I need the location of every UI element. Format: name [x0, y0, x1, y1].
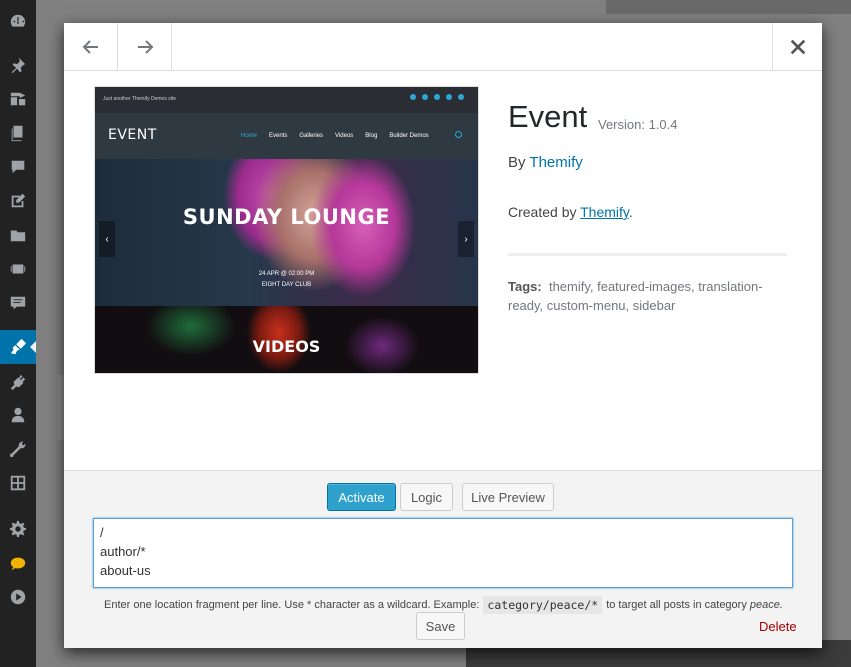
- next-theme-button[interactable]: [118, 23, 172, 71]
- theme-author: By Themify: [508, 154, 583, 171]
- theme-screenshot: Just another Themify Demos site EVENT Ho…: [94, 86, 479, 374]
- logic-textarea[interactable]: / author/* about-us: [93, 518, 793, 588]
- activate-button[interactable]: Activate: [327, 483, 396, 511]
- modal-footer: Activate Logic Live Preview / author/* a…: [64, 470, 822, 648]
- theme-created-by: Created by Themify.: [508, 204, 633, 220]
- edit-icon[interactable]: [0, 184, 36, 218]
- bubble-icon[interactable]: [0, 546, 36, 580]
- tools-icon[interactable]: [0, 432, 36, 466]
- screenshot-hero-date: 24 APR @ 02:00 PM: [258, 271, 315, 277]
- screenshot-search-icon: [455, 131, 462, 138]
- save-button[interactable]: Save: [416, 612, 465, 640]
- divider: [508, 253, 787, 256]
- screenshot-topbar: Just another Themify Demos site: [95, 87, 478, 113]
- screenshot-menu-item: Galleries: [299, 133, 324, 139]
- folder-icon[interactable]: [0, 218, 36, 252]
- screenshot-menu: Home Events Galleries Videos Blog Builde…: [241, 133, 429, 139]
- dashboard-icon[interactable]: [0, 4, 36, 38]
- live-preview-button[interactable]: Live Preview: [462, 483, 554, 511]
- theme-name: Event: [508, 99, 588, 134]
- hint-text-after: to target all posts in category: [606, 599, 747, 611]
- tags-list: themify, featured-images, translation-re…: [508, 279, 763, 313]
- previous-theme-button[interactable]: [64, 23, 118, 71]
- theme-version: Version: 1.0.4: [598, 117, 678, 132]
- screenshot-tagline: Just another Themify Demos site: [103, 96, 176, 102]
- pin-icon[interactable]: [0, 48, 36, 82]
- screenshot-hero-title: SUNDAY LOUNGE: [182, 205, 391, 229]
- plugins-icon[interactable]: [0, 365, 36, 399]
- media-icon[interactable]: [0, 82, 36, 116]
- screenshot-menu-item: Videos: [335, 133, 354, 139]
- created-prefix: Created by: [508, 204, 577, 220]
- arrow-right-icon: [137, 40, 153, 54]
- settings-grid-icon[interactable]: [0, 466, 36, 500]
- author-prefix: By: [508, 154, 526, 171]
- logic-button[interactable]: Logic: [400, 483, 453, 511]
- slider-icon[interactable]: [0, 252, 36, 286]
- comments-icon[interactable]: [0, 150, 36, 184]
- theme-tags: Tags: themify, featured-images, translat…: [508, 277, 783, 315]
- gear-icon[interactable]: [0, 512, 36, 546]
- screenshot-menu-item: Blog: [365, 133, 378, 139]
- screenshot-videos-section: VIDEOS: [95, 306, 478, 373]
- created-author-link[interactable]: Themify: [580, 204, 629, 220]
- admin-sidebar: [0, 0, 37, 667]
- screenshot-menu-item: Events: [269, 133, 288, 139]
- screenshot-hero-venue: EIGHT DAY CLUB: [261, 282, 312, 288]
- close-button[interactable]: [772, 23, 822, 71]
- created-suffix: .: [628, 204, 633, 220]
- social-icons: [410, 94, 464, 100]
- screenshot-navbar: EVENT Home Events Galleries Videos Blog …: [95, 113, 478, 159]
- feedback-icon[interactable]: [0, 286, 36, 320]
- modal-header: [64, 23, 822, 71]
- screenshot-menu-item: Builder Demos: [389, 133, 429, 139]
- arrow-left-icon: [82, 40, 98, 54]
- tags-label: Tags:: [508, 279, 542, 294]
- screenshot-menu-item: Home: [241, 133, 258, 139]
- background-banner: [606, 0, 851, 14]
- appearance-icon[interactable]: [0, 330, 37, 364]
- hint-example: category/peace/*: [483, 596, 603, 614]
- screenshot-hero: ‹ › SUNDAY LOUNGE 24 APR @ 02:00 PM EIGH…: [95, 159, 478, 306]
- users-icon[interactable]: [0, 398, 36, 432]
- screenshot-videos-title: VIDEOS: [252, 337, 321, 356]
- play-icon[interactable]: [0, 580, 36, 614]
- delete-link[interactable]: Delete: [759, 619, 797, 634]
- hint-emphasis: peace.: [749, 599, 783, 611]
- hint-text: Enter one location fragment per line. Us…: [104, 599, 480, 611]
- pages-icon[interactable]: [0, 116, 36, 150]
- screenshot-logo: EVENT: [108, 127, 157, 143]
- author-link[interactable]: Themify: [529, 154, 582, 171]
- theme-details-modal: Just another Themify Demos site EVENT Ho…: [64, 23, 822, 648]
- close-icon: [790, 39, 805, 55]
